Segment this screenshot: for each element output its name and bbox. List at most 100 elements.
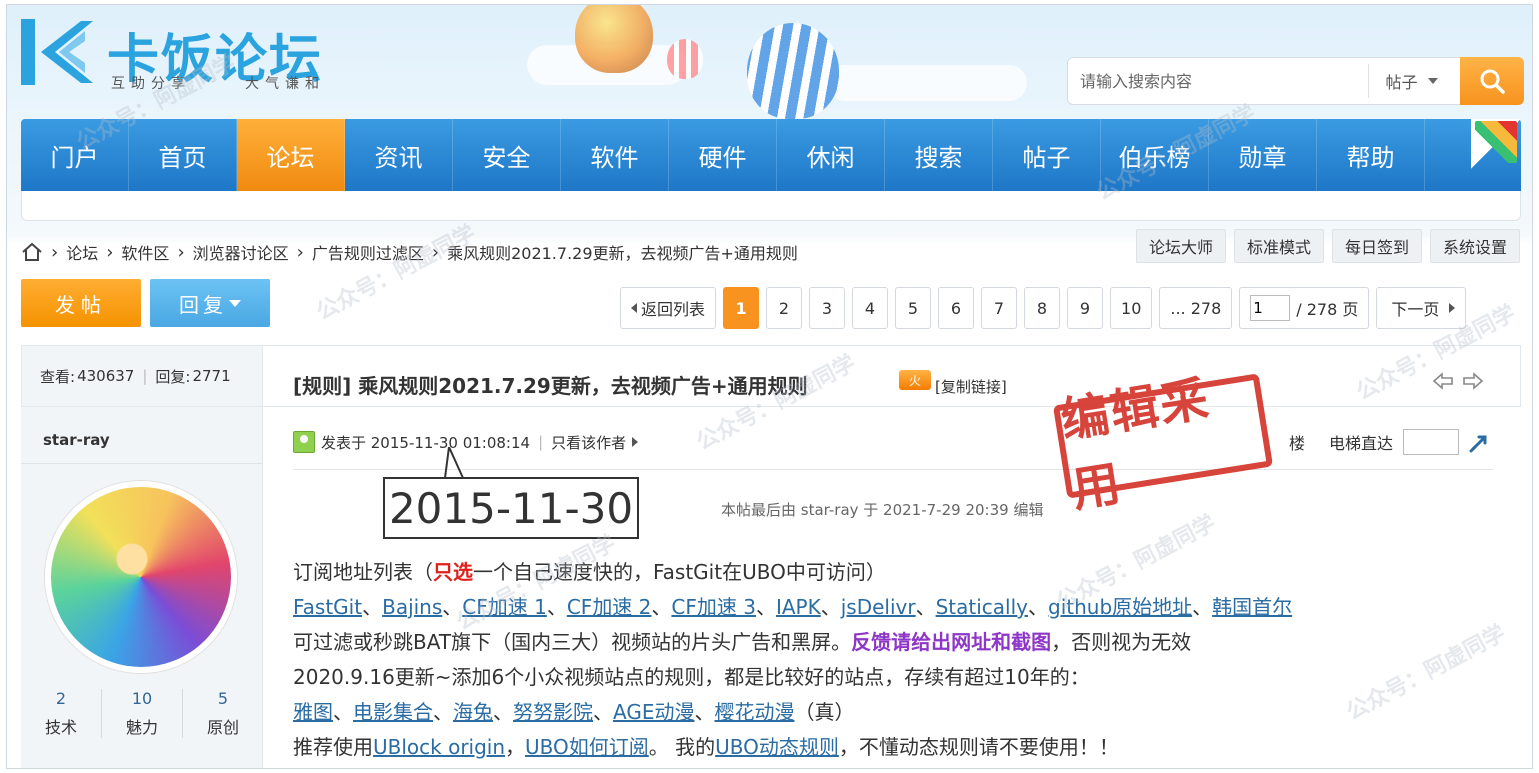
system-settings-button[interactable]: 系统设置 bbox=[1429, 229, 1520, 263]
link-site[interactable]: 雅图 bbox=[293, 700, 333, 724]
breadcrumb-current[interactable]: 乘风规则2021.7.29更新，去视频广告+通用规则 bbox=[447, 240, 798, 264]
page-link[interactable]: 2 bbox=[766, 287, 803, 329]
link-fastgit[interactable]: FastGit bbox=[293, 595, 362, 619]
page-link[interactable]: 7 bbox=[981, 287, 1018, 329]
page-jump: / 278 页 bbox=[1239, 287, 1370, 329]
author-stats: 2 技术 10 魅力 5 原创 bbox=[21, 689, 263, 738]
divider: | bbox=[538, 433, 544, 451]
hot-badge: 火 bbox=[899, 370, 931, 390]
page-link-current[interactable]: 1 bbox=[723, 287, 760, 329]
new-post-button[interactable]: 发帖 bbox=[21, 279, 141, 327]
search-type-label: 帖子 bbox=[1385, 73, 1418, 92]
nav-item-security[interactable]: 安全 bbox=[453, 119, 561, 191]
page-link[interactable]: 9 bbox=[1067, 287, 1104, 329]
page-link[interactable]: 4 bbox=[852, 287, 889, 329]
search-type-select[interactable]: 帖子 bbox=[1368, 64, 1454, 98]
post-content: 订阅地址列表（只选一个自己速度快的，FastGit在UBO中可访问） FastG… bbox=[293, 555, 1292, 765]
page-link[interactable]: 5 bbox=[895, 287, 932, 329]
breadcrumb-item[interactable]: 软件区 bbox=[121, 240, 169, 264]
nav-item-software[interactable]: 软件 bbox=[561, 119, 669, 191]
nav-item-portal[interactable]: 门户 bbox=[21, 119, 129, 191]
daily-checkin-button[interactable]: 每日签到 bbox=[1331, 229, 1422, 263]
chevron-right-icon: › bbox=[431, 241, 440, 263]
chevron-left-icon bbox=[631, 303, 637, 313]
logo-icon[interactable] bbox=[21, 19, 93, 85]
content-text: 可过滤或秒跳BAT旗下（国内三大）视频站的片头广告和黑屏。 bbox=[293, 630, 852, 654]
chevron-right-icon: › bbox=[177, 241, 185, 263]
next-page-button[interactable]: 下一页 bbox=[1376, 287, 1467, 329]
breadcrumb-item[interactable]: 浏览器讨论区 bbox=[193, 240, 289, 264]
nav-item-posts[interactable]: 帖子 bbox=[993, 119, 1101, 191]
standard-mode-button[interactable]: 标准模式 bbox=[1233, 229, 1324, 263]
link-github-raw[interactable]: github原始地址 bbox=[1048, 595, 1192, 619]
content-text: 一个自己速度快的，FastGit在UBO中可访问） bbox=[473, 560, 886, 584]
page-link[interactable]: 8 bbox=[1024, 287, 1061, 329]
nav-item-bole[interactable]: 伯乐榜 bbox=[1101, 119, 1209, 191]
search-button[interactable] bbox=[1460, 57, 1524, 105]
link-cf1[interactable]: CF加速 1 bbox=[462, 595, 547, 619]
nav-item-medals[interactable]: 勋章 bbox=[1209, 119, 1317, 191]
nav-item-hardware[interactable]: 硬件 bbox=[669, 119, 777, 191]
content-text: 推荐使用 bbox=[293, 735, 373, 759]
jump-arrow-icon[interactable] bbox=[1469, 431, 1491, 453]
user-tools: 论坛大师 标准模式 每日签到 系统设置 bbox=[1135, 229, 1520, 263]
nav-item-home[interactable]: 首页 bbox=[129, 119, 237, 191]
page-link[interactable]: 3 bbox=[809, 287, 846, 329]
nav-item-news[interactable]: 资讯 bbox=[345, 119, 453, 191]
back-to-list-button[interactable]: 返回列表 bbox=[620, 287, 717, 329]
author-name[interactable]: star-ray bbox=[43, 431, 110, 449]
logo-slogan: 大气谦和 bbox=[245, 76, 325, 92]
stat-original[interactable]: 5 原创 bbox=[183, 689, 263, 738]
link-cf2[interactable]: CF加速 2 bbox=[567, 595, 652, 619]
floor-jump-input[interactable] bbox=[1403, 429, 1459, 455]
chevron-down-icon bbox=[229, 299, 241, 307]
avatar[interactable] bbox=[45, 481, 237, 673]
next-page-label: 下一页 bbox=[1391, 300, 1440, 319]
back-to-list-label: 返回列表 bbox=[641, 300, 706, 319]
thread-stats: 查看: 430637 | 回复: 2771 bbox=[21, 345, 263, 407]
breadcrumb-item[interactable]: 论坛 bbox=[66, 240, 98, 264]
stat-label: 魅力 bbox=[125, 718, 158, 737]
link-jsdelivr[interactable]: jsDelivr bbox=[841, 595, 916, 619]
link-site[interactable]: 海兔 bbox=[453, 700, 493, 724]
forum-master-button[interactable]: 论坛大师 bbox=[1135, 229, 1226, 263]
link-site[interactable]: 樱花动漫 bbox=[714, 700, 794, 724]
link-statically[interactable]: Statically bbox=[936, 595, 1028, 619]
page-link-last[interactable]: ... 278 bbox=[1159, 287, 1233, 329]
divider bbox=[293, 469, 1493, 470]
stat-value: 10 bbox=[131, 689, 153, 708]
previous-thread-icon[interactable] bbox=[1432, 372, 1454, 390]
link-site[interactable]: 电影集合 bbox=[353, 700, 433, 724]
link-seoul[interactable]: 韩国首尔 bbox=[1212, 595, 1292, 619]
stat-tech[interactable]: 2 技术 bbox=[21, 689, 102, 738]
link-cf3[interactable]: CF加速 3 bbox=[671, 595, 756, 619]
thread-nav-arrows bbox=[1432, 372, 1484, 390]
link-ubo-dynamic[interactable]: UBO动态规则 bbox=[715, 735, 839, 759]
link-site[interactable]: AGE动漫 bbox=[613, 700, 694, 724]
reply-button[interactable]: 回复 bbox=[150, 279, 270, 327]
link-site[interactable]: 努努影院 bbox=[513, 700, 593, 724]
page-jump-input[interactable] bbox=[1250, 295, 1291, 321]
balloon-decoration bbox=[747, 23, 839, 119]
nav-item-leisure[interactable]: 休闲 bbox=[777, 119, 885, 191]
page-link[interactable]: 6 bbox=[938, 287, 975, 329]
views-count: 430637 bbox=[77, 367, 135, 385]
link-ubo-subscribe[interactable]: UBO如何订阅 bbox=[525, 735, 649, 759]
home-icon[interactable] bbox=[21, 241, 43, 263]
page-frame: 卡饭论坛 互助分享 大气谦和 帖子 门户 首页 论坛 资讯 安全 软件 硬件 休… bbox=[6, 4, 1533, 769]
link-ublock[interactable]: UBlock origin bbox=[373, 735, 505, 759]
chevron-right-icon: › bbox=[51, 241, 59, 263]
post-time: 发表于 2015-11-30 01:08:14 bbox=[321, 433, 531, 452]
page-link[interactable]: 10 bbox=[1110, 287, 1153, 329]
link-bajins[interactable]: Bajins bbox=[382, 595, 442, 619]
breadcrumb-item[interactable]: 广告规则过滤区 bbox=[312, 240, 424, 264]
nav-item-search[interactable]: 搜索 bbox=[885, 119, 993, 191]
stat-charm[interactable]: 10 魅力 bbox=[102, 689, 183, 738]
next-thread-icon[interactable] bbox=[1462, 372, 1484, 390]
copy-link-button[interactable]: [复制链接] bbox=[935, 376, 1007, 397]
only-author-link[interactable]: 只看该作者 bbox=[551, 432, 626, 453]
link-iapk[interactable]: IAPK bbox=[776, 595, 821, 619]
nav-item-help[interactable]: 帮助 bbox=[1317, 119, 1425, 191]
search-input[interactable] bbox=[1068, 59, 1368, 103]
nav-item-forum[interactable]: 论坛 bbox=[237, 119, 345, 191]
